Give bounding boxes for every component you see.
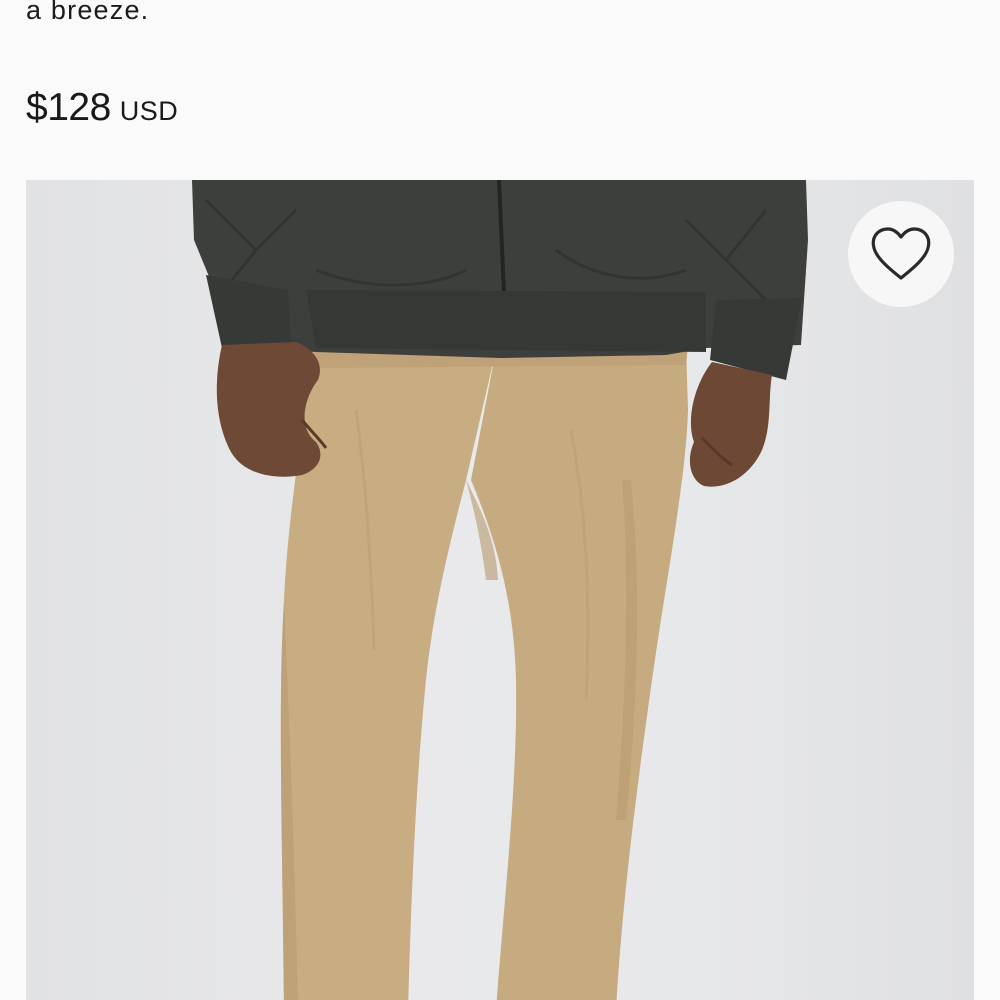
product-description: a breeze.	[26, 0, 150, 25]
product-photo-illustration	[192, 180, 808, 1000]
price-currency: USD	[119, 96, 179, 126]
wishlist-button[interactable]	[848, 201, 954, 307]
product-image[interactable]	[26, 180, 974, 1000]
heart-outline-icon	[871, 227, 931, 280]
product-price: $128 USD	[26, 86, 178, 130]
product-detail-page: a breeze. $128 USD	[0, 0, 1000, 1000]
price-amount: $128	[26, 86, 111, 129]
